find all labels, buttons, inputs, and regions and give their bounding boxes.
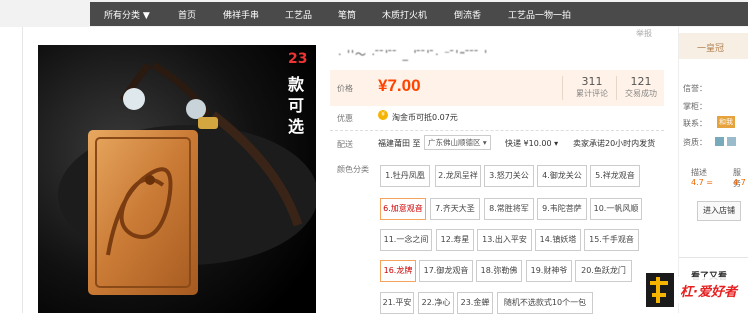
stat-transactions[interactable]: 121 交易成功 <box>618 75 664 99</box>
color-label: 颜色分类 <box>337 165 369 174</box>
option-12[interactable]: 12.寿星 <box>436 229 474 251</box>
option-22[interactable]: 22.净心 <box>418 292 454 314</box>
nav-wooden-lighter[interactable]: 木质打火机 <box>382 8 427 21</box>
option-6-selected[interactable]: 6.加意观音 <box>380 198 426 220</box>
option-20[interactable]: 20.鱼跃龙门 <box>575 260 632 282</box>
stat-transactions-value: 121 <box>630 75 652 88</box>
option-7[interactable]: 7.齐天大圣 <box>430 198 480 220</box>
stat-reviews[interactable]: 311 累计评论 <box>568 75 616 99</box>
nav-crafts[interactable]: 工艺品 <box>285 8 312 21</box>
option-1[interactable]: 1.牡丹凤凰 <box>380 165 430 187</box>
gold-coin-icon: ¥ <box>378 110 388 120</box>
dashed-divider <box>330 130 664 131</box>
shipping-note: 卖家承诺20小时内发货 <box>573 139 656 148</box>
option-8[interactable]: 8.常胜将军 <box>484 198 534 220</box>
score-desc-value: 4.7 = <box>691 178 713 187</box>
promo-text: 淘金币可抵0.07元 <box>392 113 458 122</box>
option-19[interactable]: 19.财神爷 <box>526 260 572 282</box>
shop-name[interactable]: 一皇冠 <box>697 41 724 54</box>
option-21[interactable]: 21.平安 <box>380 292 414 314</box>
nav-backflow-incense[interactable]: 倒流香 <box>454 8 481 21</box>
nav-home[interactable]: 首页 <box>178 8 196 21</box>
shipping-method-select[interactable]: 快递 ¥10.00 ▾ <box>505 138 558 149</box>
shipping-label: 配送 <box>337 140 353 149</box>
price-label: 价格 <box>337 84 353 93</box>
chat-with-seller-button[interactable]: 和我 <box>717 116 735 128</box>
image-badge-count: 23 <box>288 51 308 67</box>
shipping-from: 福建莆田 至 <box>378 139 421 148</box>
product-image[interactable]: 23 款 可 选 <box>38 45 316 313</box>
stat-divider <box>616 76 617 100</box>
option-3[interactable]: 3.怒刀关公 <box>484 165 534 187</box>
option-5[interactable]: 5.祥龙观音 <box>590 165 640 187</box>
pendant-illustration <box>38 45 316 313</box>
score-desc-label: 描述 <box>691 168 707 177</box>
option-16[interactable]: 16.龙牌 <box>380 260 416 282</box>
qualification-icon[interactable] <box>727 137 736 146</box>
category-nav-bar: 所有分类 ▼ 首页 佛祥手串 工艺品 笔筒 木质打火机 倒流香 工艺品一物一拍 <box>90 2 680 26</box>
shipping-destination-select[interactable]: 广东佛山顺德区 ▾ <box>424 135 491 150</box>
score-service-value: 4.7 <box>733 178 746 187</box>
option-14[interactable]: 14.镇妖塔 <box>535 229 581 251</box>
promo-label: 优惠 <box>337 114 353 123</box>
option-23[interactable]: 23.金蝉 <box>457 292 493 314</box>
shop-credit-label: 信誉： <box>683 84 707 93</box>
option-17[interactable]: 17.御龙观音 <box>419 260 473 282</box>
qualification-icon[interactable] <box>715 137 724 146</box>
option-15[interactable]: 15.千手观音 <box>584 229 639 251</box>
watermark-text: 杠·爱好者 <box>680 285 737 300</box>
nav-bar-right <box>680 2 748 26</box>
enter-shop-button[interactable]: 进入店铺 <box>697 201 741 221</box>
shop-owner-label: 掌柜： <box>683 102 707 111</box>
shop-contact-label: 联系： <box>683 119 707 128</box>
option-10[interactable]: 10.一帆风顺 <box>590 198 642 220</box>
option-2[interactable]: 2.龙凤呈祥 <box>435 165 481 187</box>
nav-crafts-one-item[interactable]: 工艺品一物一拍 <box>508 8 571 21</box>
price-value: ¥7.00 <box>378 76 421 95</box>
option-9[interactable]: 9.韦陀菩萨 <box>537 198 587 220</box>
image-badge-line3: 选 <box>288 117 305 136</box>
option-4[interactable]: 4.御龙关公 <box>537 165 587 187</box>
nav-buddha-beads[interactable]: 佛祥手串 <box>223 8 259 21</box>
divider <box>22 27 23 313</box>
report-link[interactable]: 举报 <box>636 28 652 39</box>
option-13[interactable]: 13.出入平安 <box>477 229 532 251</box>
option-random-pack[interactable]: 随机不选款式10个一包 <box>497 292 593 314</box>
option-11[interactable]: 11.一念之间 <box>380 229 432 251</box>
stat-divider <box>562 76 563 100</box>
nav-pen-holder[interactable]: 笔筒 <box>338 8 356 21</box>
stat-transactions-label: 交易成功 <box>625 89 657 98</box>
stat-reviews-value: 311 <box>581 75 603 88</box>
product-title: · ''～ · ̄ ̄' ̄ ̄ _ ' ̄ ̄' ̄· ⁻ ̄'⁼ ̄ ̄ ̄… <box>338 48 489 61</box>
shop-divider <box>679 257 748 258</box>
watermark-logo: 杠·爱好者 <box>640 265 748 313</box>
top-navigation: 所有分类 ▼ 首页 佛祥手串 工艺品 笔筒 木质打火机 倒流香 工艺品一物一拍 <box>0 0 748 27</box>
shop-qualification-label: 资质： <box>683 138 707 147</box>
option-18[interactable]: 18.弥勒佛 <box>476 260 522 282</box>
nav-all-categories[interactable]: 所有分类 ▼ <box>104 8 150 21</box>
stat-reviews-label: 累计评论 <box>576 89 608 98</box>
